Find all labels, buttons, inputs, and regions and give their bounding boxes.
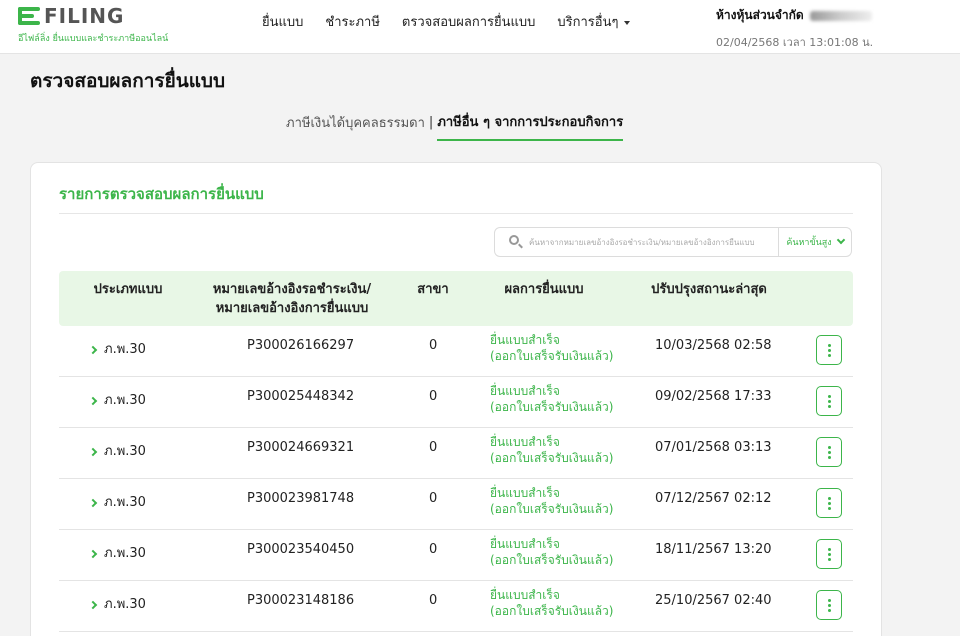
cell-type: ภ.พ.30	[104, 597, 146, 612]
redacted-name	[809, 10, 872, 21]
cell-result: ยื่นแบบสำเร็จ (ออกใบเสร็จรับเงินแล้ว)	[490, 537, 614, 567]
kebab-icon	[827, 445, 831, 449]
expand-chevron-icon[interactable]	[88, 498, 98, 508]
row-menu-button[interactable]	[816, 539, 842, 569]
cell-result: ยื่นแบบสำเร็จ (ออกใบเสร็จรับเงินแล้ว)	[490, 333, 614, 363]
cell-result: ยื่นแบบสำเร็จ (ออกใบเสร็จรับเงินแล้ว)	[490, 435, 614, 465]
row-menu-button[interactable]	[816, 386, 842, 416]
user-name[interactable]: ห้างหุ้นส่วนจำกัด	[716, 6, 872, 25]
cell-last-updated: 09/02/2568 17:33	[655, 389, 772, 404]
table-row: ภ.พ.30 P300023981748 0 ยื่นแบบสำเร็จ (ออก…	[59, 479, 853, 530]
kebab-icon	[827, 394, 831, 398]
table-row: ภ.พ.30 P300025448342 0 ยื่นแบบสำเร็จ (ออก…	[59, 377, 853, 428]
cell-reference: P300026166297	[247, 338, 355, 353]
header-reference[interactable]: หมายเลขอ้างอิงรอชำระเงิน/ หมายเลขอ้างอิง…	[197, 280, 387, 318]
nav-file-return[interactable]: ยื่นแบบ	[262, 11, 303, 32]
advanced-search-button[interactable]: ค้นหาขั้นสูง	[778, 228, 851, 256]
logo-text: FILING	[44, 4, 125, 28]
chevron-down-icon	[836, 235, 845, 245]
tab-personal-income-tax[interactable]: ภาษีเงินได้บุคคลธรรมดา	[286, 112, 425, 140]
expand-chevron-icon[interactable]	[88, 600, 98, 610]
table-row: ภ.พ.30 P300026166297 0 ยื่นแบบสำเร็จ (ออก…	[59, 326, 853, 377]
table-row: ภ.พ.30 P300024669321 0 ยื่นแบบสำเร็จ (ออก…	[59, 428, 853, 479]
results-table: ประเภทแบบ หมายเลขอ้างอิงรอชำระเงิน/ หมาย…	[59, 271, 853, 632]
caret-down-icon	[624, 21, 631, 25]
table-body: ภ.พ.30 P300026166297 0 ยื่นแบบสำเร็จ (ออก…	[59, 326, 853, 632]
row-menu-button[interactable]	[816, 335, 842, 365]
tax-type-tabs: ภาษีเงินได้บุคคลธรรมดา | ภาษีอื่น ๆ จากก…	[286, 111, 624, 141]
logo-e-icon	[18, 6, 40, 26]
cell-last-updated: 07/12/2567 02:12	[655, 491, 772, 506]
table-row: ภ.พ.30 P300023148186 0 ยื่นแบบสำเร็จ (ออก…	[59, 581, 853, 632]
tab-separator: |	[428, 115, 434, 130]
table-row: ภ.พ.30 P300023540450 0 ยื่นแบบสำเร็จ (ออก…	[59, 530, 853, 581]
cell-last-updated: 25/10/2567 02:40	[655, 593, 772, 608]
kebab-icon	[827, 343, 831, 347]
expand-chevron-icon[interactable]	[88, 447, 98, 457]
cell-branch: 0	[429, 440, 438, 455]
logo-subtitle: อีไฟล์ลิ่ง ยื่นแบบและชำระภาษีออนไลน์	[18, 34, 169, 44]
row-menu-button[interactable]	[816, 488, 842, 518]
cell-result: ยื่นแบบสำเร็จ (ออกใบเสร็จรับเงินแล้ว)	[490, 384, 614, 414]
kebab-icon	[827, 496, 831, 500]
tab-other-business-tax[interactable]: ภาษีอื่น ๆ จากการประกอบกิจการ	[437, 111, 624, 141]
kebab-icon	[827, 598, 831, 602]
expand-chevron-icon[interactable]	[88, 549, 98, 559]
cell-type: ภ.พ.30	[104, 393, 146, 408]
login-datetime: 02/04/2568 เวลา 13:01:08 น.	[716, 36, 874, 49]
cell-reference: P300023540450	[247, 542, 355, 557]
expand-chevron-icon[interactable]	[88, 396, 98, 406]
header-result[interactable]: ผลการยื่นแบบ	[479, 280, 609, 299]
cell-reference: P300024669321	[247, 440, 355, 455]
divider	[59, 213, 853, 214]
header-branch[interactable]: สาขา	[399, 280, 467, 299]
header-type[interactable]: ประเภทแบบ	[59, 280, 197, 299]
cell-type: ภ.พ.30	[104, 495, 146, 510]
efiling-logo[interactable]: FILING อีไฟล์ลิ่ง ยื่นแบบและชำระภาษีออนไ…	[18, 4, 168, 48]
expand-chevron-icon[interactable]	[88, 345, 98, 355]
cell-last-updated: 18/11/2567 13:20	[655, 542, 772, 557]
cell-reference: P300023148186	[247, 593, 355, 608]
cell-result: ยื่นแบบสำเร็จ (ออกใบเสร็จรับเงินแล้ว)	[490, 486, 614, 516]
row-menu-button[interactable]	[816, 590, 842, 620]
row-menu-button[interactable]	[816, 437, 842, 467]
cell-reference: P300025448342	[247, 389, 355, 404]
cell-type: ภ.พ.30	[104, 342, 146, 357]
cell-last-updated: 07/01/2568 03:13	[655, 440, 772, 455]
cell-branch: 0	[429, 338, 438, 353]
results-card: รายการตรวจสอบผลการยื่นแบบ ค้นหาขั้นสูง ป…	[30, 162, 882, 636]
cell-branch: 0	[429, 542, 438, 557]
nav-check-results[interactable]: ตรวจสอบผลการยื่นแบบ	[402, 11, 535, 32]
top-header: FILING อีไฟล์ลิ่ง ยื่นแบบและชำระภาษีออนไ…	[0, 0, 960, 54]
card-title: รายการตรวจสอบผลการยื่นแบบ	[59, 185, 264, 203]
nav-pay-tax[interactable]: ชำระภาษี	[325, 11, 380, 32]
cell-type: ภ.พ.30	[104, 546, 146, 561]
main-nav: ยื่นแบบ ชำระภาษี ตรวจสอบผลการยื่นแบบ บริ…	[262, 11, 631, 32]
cell-branch: 0	[429, 491, 438, 506]
table-header: ประเภทแบบ หมายเลขอ้างอิงรอชำระเงิน/ หมาย…	[59, 271, 853, 326]
search-box: ค้นหาขั้นสูง	[494, 227, 852, 257]
cell-type: ภ.พ.30	[104, 444, 146, 459]
cell-result: ยื่นแบบสำเร็จ (ออกใบเสร็จรับเงินแล้ว)	[490, 588, 614, 618]
cell-branch: 0	[429, 593, 438, 608]
header-last-updated[interactable]: ปรับปรุงสถานะล่าสุด	[629, 280, 789, 299]
cell-reference: P300023981748	[247, 491, 355, 506]
nav-other-services[interactable]: บริการอื่นๆ	[557, 11, 631, 32]
search-icon	[509, 235, 523, 249]
cell-branch: 0	[429, 389, 438, 404]
kebab-icon	[827, 547, 831, 551]
page-title: ตรวจสอบผลการยื่นแบบ	[30, 70, 226, 92]
search-input[interactable]	[529, 237, 781, 247]
cell-last-updated: 10/03/2568 02:58	[655, 338, 772, 353]
